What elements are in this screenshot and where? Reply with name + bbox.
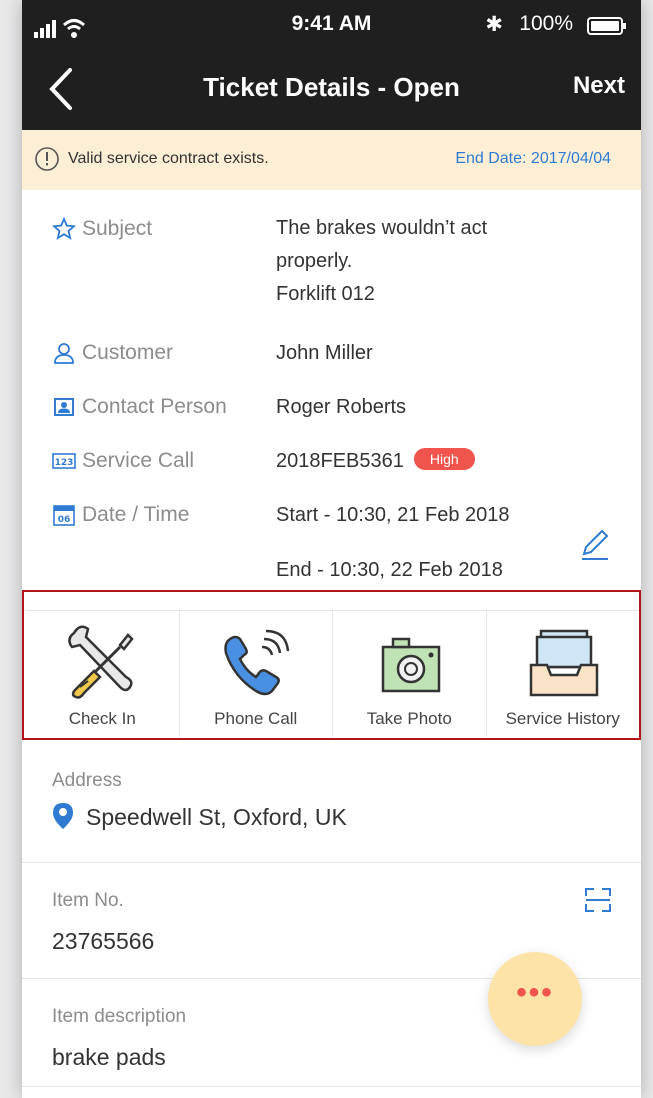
date-time-label: 06 Date / Time — [52, 502, 189, 528]
contact-card-icon — [52, 394, 78, 420]
start-time: Start - 10:30, 21 Feb 2018 — [276, 504, 510, 526]
phone-icon — [224, 629, 289, 696]
contact-row: Contact Person Roger Roberts — [22, 390, 641, 430]
customer-label-text: Customer — [82, 341, 174, 364]
check-in-button[interactable]: Check In — [26, 611, 180, 737]
camera-icon — [382, 637, 441, 693]
banner-message: Valid service contract exists. — [68, 150, 269, 167]
person-icon — [52, 340, 78, 366]
item-number-label: Item No. — [52, 890, 124, 911]
svg-text:06: 06 — [58, 515, 71, 525]
contact-label-text: Contact Person — [82, 395, 227, 418]
status-bar: 9:41 AM ✱ 100% — [22, 0, 641, 58]
subject-line-1: The brakes wouldn’t act — [276, 217, 488, 239]
svg-text:123: 123 — [55, 458, 74, 468]
edit-pencil-icon[interactable] — [578, 528, 612, 562]
nav-bar: Ticket Details - Open Next — [22, 58, 641, 130]
inbox-icon — [529, 629, 598, 697]
info-icon — [35, 147, 59, 171]
numbers-icon: 123 — [52, 448, 78, 474]
contract-banner: Valid service contract exists. End Date:… — [22, 130, 641, 190]
subject-row: Subject The brakes wouldn’t act properly… — [22, 212, 641, 322]
service-history-button[interactable]: Service History — [487, 611, 640, 737]
page-title: Ticket Details - Open — [203, 72, 460, 102]
more-dots-icon: ••• — [516, 976, 554, 1009]
subject-line-3: Forklift 012 — [276, 283, 375, 305]
customer-label: Customer — [52, 340, 173, 366]
subject-label-text: Subject — [82, 217, 153, 240]
quick-actions: Check In Phone Call Take Photo Service H… — [26, 610, 639, 737]
subject-value: The brakes wouldn’t act properly. Forkli… — [276, 212, 576, 311]
star-icon — [52, 216, 78, 242]
customer-row: Customer John Miller — [22, 336, 641, 376]
location-pin-icon — [53, 803, 73, 829]
date-time-row: 06 Date / Time Start - 10:30, 21 Feb 201… — [22, 498, 641, 590]
quick-actions-highlight: Check In Phone Call Take Photo Service H… — [22, 590, 641, 740]
address-section: Address Speedwell St, Oxford, UK — [22, 752, 641, 863]
calendar-icon: 06 — [52, 502, 78, 528]
service-call-value: 2018FEB5361 High — [276, 445, 576, 478]
contact-value: Roger Roberts — [276, 396, 407, 418]
customer-value: John Miller — [276, 342, 373, 364]
address-label: Address — [52, 770, 122, 791]
phone-frame: 9:41 AM ✱ 100% Ticket Details - Open Nex… — [0, 0, 653, 1098]
phone-call-button[interactable]: Phone Call — [180, 611, 333, 737]
contact-label: Contact Person — [52, 394, 227, 420]
bluetooth-icon: ✱ — [485, 13, 503, 36]
item-description-value: brake pads — [52, 1044, 166, 1070]
service-history-label: Service History — [505, 709, 620, 728]
service-call-number: 2018FEB5361 — [276, 450, 404, 472]
date-time-label-text: Date / Time — [82, 503, 190, 526]
item-number-value: 23765566 — [52, 928, 155, 954]
scan-icon[interactable] — [584, 886, 612, 914]
take-photo-button[interactable]: Take Photo — [333, 611, 487, 737]
subject-line-2: properly. — [276, 250, 353, 272]
item-description-label: Item description — [52, 1006, 187, 1027]
priority-badge: High — [413, 448, 475, 470]
service-call-label-text: Service Call — [82, 449, 195, 472]
next-button[interactable]: Next — [573, 72, 625, 100]
end-time: End - 10:30, 22 Feb 2018 — [276, 559, 503, 581]
battery-icon — [587, 17, 626, 35]
address-value[interactable]: Speedwell St, Oxford, UK — [86, 804, 347, 831]
subject-label: Subject — [52, 216, 152, 242]
tools-icon — [68, 625, 134, 699]
more-actions-fab[interactable]: ••• — [488, 952, 582, 1046]
check-in-label: Check In — [68, 709, 136, 728]
battery-percent: 100% — [519, 12, 573, 35]
top-bar: 9:41 AM ✱ 100% Ticket Details - Open Nex… — [22, 0, 641, 130]
banner-end-date[interactable]: End Date: 2017/04/04 — [455, 150, 611, 168]
service-call-label: 123 Service Call — [52, 448, 194, 474]
service-call-row: 123 Service Call 2018FEB5361 High — [22, 444, 641, 484]
take-photo-label: Take Photo — [366, 709, 452, 728]
app-screen: 9:41 AM ✱ 100% Ticket Details - Open Nex… — [22, 0, 641, 1098]
phone-call-label: Phone Call — [214, 709, 298, 728]
